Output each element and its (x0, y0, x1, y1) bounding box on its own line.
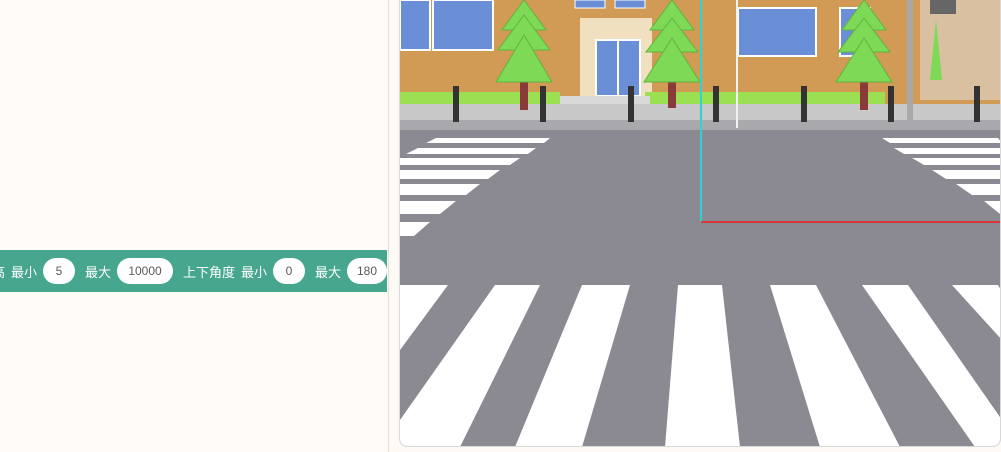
block-label-height-tail: 高 (0, 262, 5, 281)
street-scene (400, 0, 1000, 446)
pane-divider[interactable] (388, 0, 389, 452)
window-left (400, 0, 494, 51)
block-label-min-angle: 最小 (241, 265, 268, 281)
3d-stage-viewport[interactable] (399, 0, 1001, 447)
min-angle-input[interactable]: 0 (273, 258, 305, 284)
max-distance-input[interactable]: 10000 (117, 258, 173, 284)
block-label-max-angle: 最大 (315, 265, 342, 281)
block-label-min: 最小 (11, 265, 38, 281)
block-label-max: 最大 (85, 265, 112, 281)
min-distance-input[interactable]: 5 (43, 258, 76, 284)
camera-range-block[interactable]: 高 最小 5 最大 10000 上下角度 最小 0 最大 180 (0, 250, 387, 292)
blocks-workspace[interactable] (0, 0, 388, 452)
side-building (920, 0, 1000, 100)
block-label-vertical-angle: 上下角度 (182, 265, 235, 281)
grass-right (645, 92, 885, 106)
max-angle-input[interactable]: 180 (347, 258, 387, 284)
grass-left (400, 92, 560, 106)
